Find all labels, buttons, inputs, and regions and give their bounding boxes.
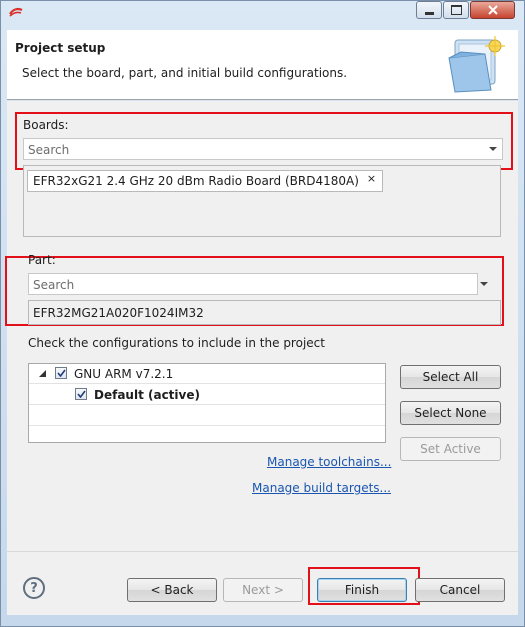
cancel-button[interactable]: Cancel	[415, 578, 505, 602]
part-label: Part:	[28, 253, 56, 267]
part-dropdown-button[interactable]	[474, 273, 494, 295]
tree-row[interactable]: Default (active)	[29, 385, 385, 405]
back-button[interactable]: < Back	[127, 578, 217, 602]
maximize-icon	[450, 5, 462, 15]
expand-triangle-icon[interactable]	[39, 370, 46, 377]
footer-separator	[7, 551, 518, 552]
configuration-checkbox[interactable]	[75, 388, 87, 400]
minimize-button[interactable]	[416, 1, 442, 19]
part-search-input[interactable]: Search	[28, 273, 478, 295]
boards-dropdown-button[interactable]	[483, 138, 503, 160]
wizard-header: Project setup Select the board, part, an…	[7, 30, 518, 100]
close-window-button[interactable]	[470, 1, 515, 19]
board-chip-label: EFR32xG21 2.4 GHz 20 dBm Radio Board (BR…	[33, 174, 359, 188]
tree-row[interactable]: GNU ARM v7.2.1	[29, 364, 385, 384]
maximize-button[interactable]	[443, 1, 469, 19]
page-description: Select the board, part, and initial buil…	[22, 66, 348, 80]
selected-boards-list: EFR32xG21 2.4 GHz 20 dBm Radio Board (BR…	[23, 165, 501, 237]
tree-row	[29, 406, 385, 426]
select-none-button[interactable]: Select None	[400, 401, 501, 425]
finish-button[interactable]: Finish	[317, 578, 407, 602]
next-button[interactable]: Next >	[223, 578, 303, 602]
boards-search-placeholder: Search	[28, 143, 70, 157]
configuration-label: Default (active)	[94, 388, 200, 402]
title-bar[interactable]	[0, 0, 525, 24]
configurations-label: Check the configurations to include in t…	[28, 336, 325, 350]
manage-toolchains-link[interactable]: Manage toolchains...	[267, 455, 391, 469]
app-logo-icon	[9, 6, 23, 17]
set-active-button[interactable]: Set Active	[400, 437, 501, 461]
part-list[interactable]: EFR32MG21A020F1024IM32	[28, 300, 501, 325]
boards-search-input[interactable]: Search	[23, 138, 503, 160]
checkmark-icon	[56, 369, 66, 377]
wizard-content: Boards: Search EFR32xG21 2.4 GHz 20 dBm …	[5, 101, 518, 615]
toolchain-checkbox[interactable]	[55, 367, 67, 379]
chevron-down-icon	[480, 281, 488, 286]
configurations-tree[interactable]: GNU ARM v7.2.1 Default (active)	[28, 363, 386, 443]
chevron-down-icon	[489, 146, 497, 151]
board-chip: EFR32xG21 2.4 GHz 20 dBm Radio Board (BR…	[27, 170, 384, 192]
close-icon	[487, 5, 498, 15]
part-value[interactable]: EFR32MG21A020F1024IM32	[33, 306, 204, 320]
new-project-wizard-icon	[445, 34, 507, 94]
select-all-button[interactable]: Select All	[400, 365, 501, 389]
checkmark-icon	[76, 390, 86, 398]
manage-build-targets-link[interactable]: Manage build targets...	[252, 481, 391, 495]
remove-board-icon[interactable]: ×	[367, 172, 376, 185]
help-icon[interactable]: ?	[23, 577, 45, 599]
toolchain-label: GNU ARM v7.2.1	[74, 367, 174, 381]
part-search-placeholder: Search	[33, 278, 75, 292]
page-title: Project setup	[15, 41, 106, 55]
boards-label: Boards:	[23, 118, 69, 132]
minimize-icon	[424, 11, 434, 15]
